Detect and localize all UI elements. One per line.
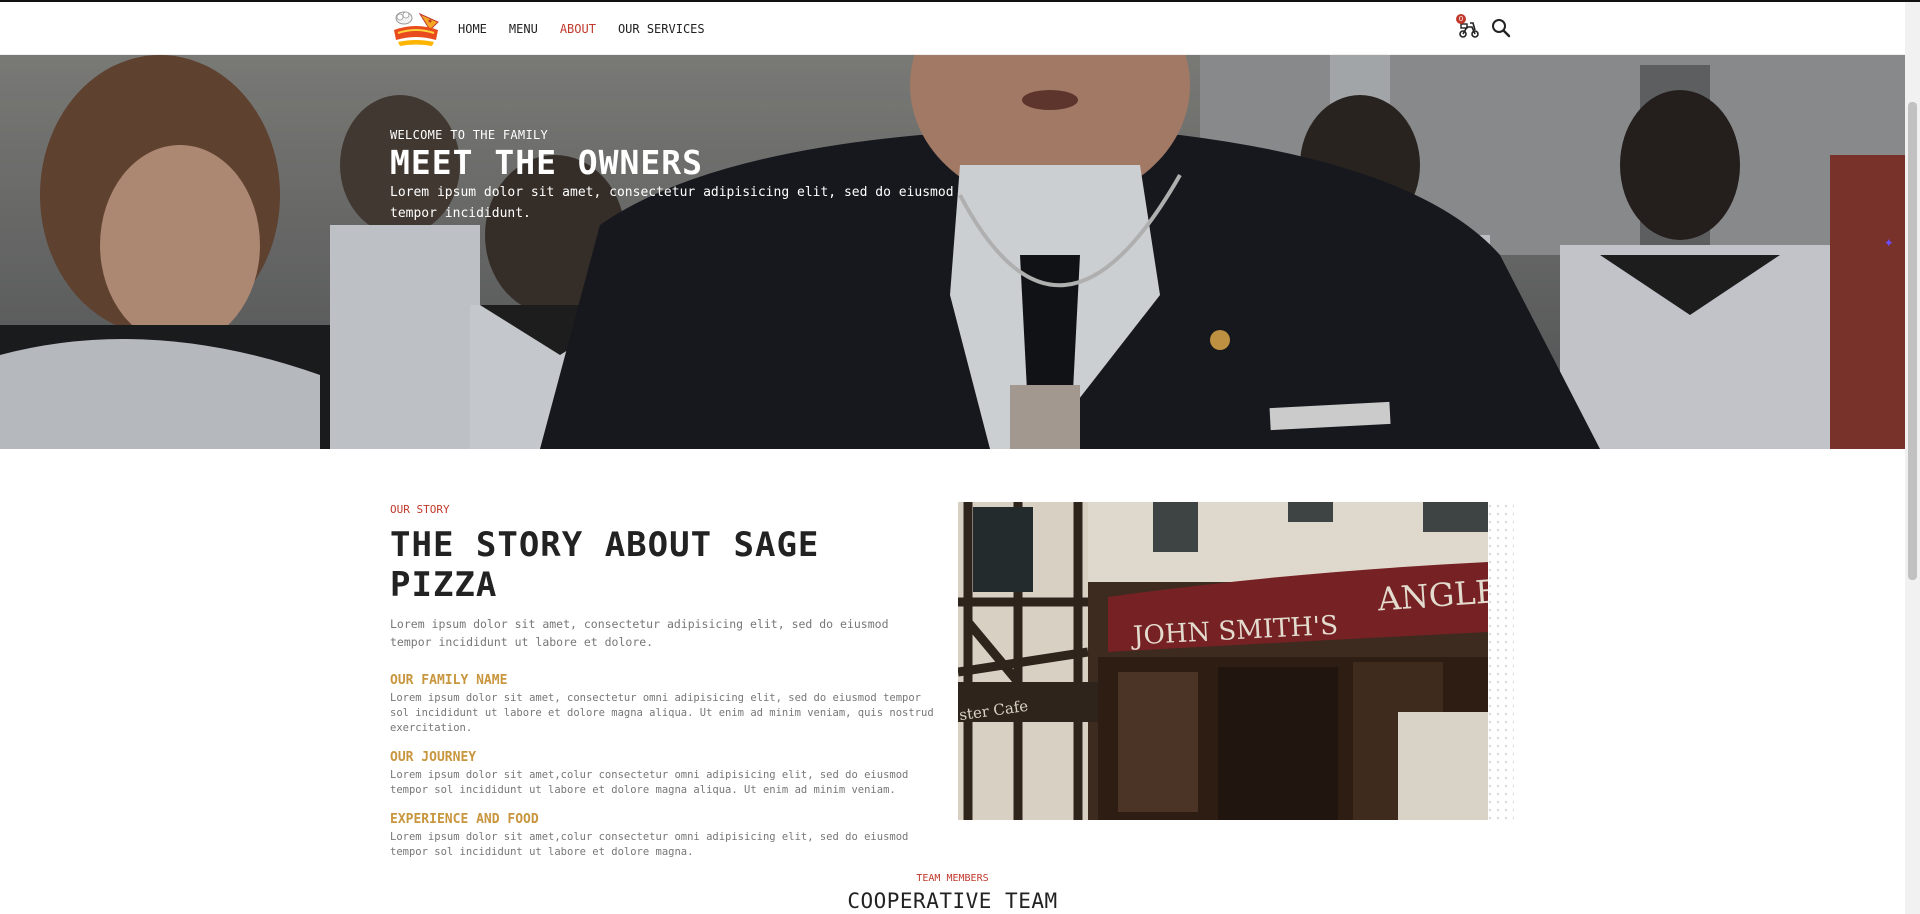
team-section: TEAM MEMBERS COOPERATIVE TEAM bbox=[0, 873, 1905, 913]
feature-title: OUR FAMILY NAME bbox=[390, 673, 508, 688]
feature-description: Lorem ipsum dolor sit amet,colur consect… bbox=[390, 831, 909, 858]
dot-pattern-decoration bbox=[1486, 502, 1514, 820]
feature-title: EXPERIENCE AND FOOD bbox=[390, 812, 539, 827]
pizza-logo[interactable] bbox=[390, 8, 442, 50]
pub-storefront-image: JOHN SMITH'S ANGLE ster Cafe bbox=[958, 502, 1488, 820]
team-eyebrow: TEAM MEMBERS bbox=[916, 873, 989, 884]
search-icon[interactable] bbox=[1491, 18, 1511, 38]
story-intro: Lorem ipsum dolor sit amet, consectetur … bbox=[390, 617, 889, 649]
story-image-block: JOHN SMITH'S ANGLE ster Cafe bbox=[958, 502, 1514, 820]
hero-banner: WELCOME TO THE FAMILY MEET THE OWNERS Lo… bbox=[0, 55, 1905, 449]
story-title: THE STORY ABOUT SAGE PIZZA bbox=[390, 525, 820, 605]
hero-description: Lorem ipsum dolor sit amet, consectetur … bbox=[390, 185, 954, 221]
feature-family-name: OUR FAMILY NAME Lorem ipsum dolor sit am… bbox=[390, 673, 935, 736]
hero-background-image bbox=[0, 55, 1905, 449]
team-title: COOPERATIVE TEAM bbox=[847, 889, 1058, 913]
feature-description: Lorem ipsum dolor sit amet,colur consect… bbox=[390, 769, 909, 796]
story-eyebrow: OUR STORY bbox=[390, 503, 450, 516]
hero-title: MEET THE OWNERS bbox=[390, 143, 704, 182]
nav-home[interactable]: HOME bbox=[458, 22, 487, 36]
feature-experience-food: EXPERIENCE AND FOOD Lorem ipsum dolor si… bbox=[390, 812, 935, 860]
nav-about[interactable]: ABOUT bbox=[560, 22, 596, 36]
hero-text-block: WELCOME TO THE FAMILY MEET THE OWNERS Lo… bbox=[390, 128, 1010, 224]
cart-count-badge: 0 bbox=[1456, 14, 1466, 24]
scooter-cart-icon[interactable]: 0 bbox=[1456, 14, 1480, 39]
hero-eyebrow: WELCOME TO THE FAMILY bbox=[390, 128, 549, 142]
feature-journey: OUR JOURNEY Lorem ipsum dolor sit amet,c… bbox=[390, 750, 935, 798]
navbar: HOME MENU ABOUT OUR SERVICES 0 bbox=[0, 2, 1905, 55]
story-section: OUR STORY THE STORY ABOUT SAGE PIZZA Lor… bbox=[390, 503, 935, 860]
main-nav: HOME MENU ABOUT OUR SERVICES bbox=[458, 2, 727, 55]
page-scrollbar[interactable] bbox=[1905, 2, 1920, 914]
nav-menu[interactable]: MENU bbox=[509, 22, 538, 36]
feature-title: OUR JOURNEY bbox=[390, 750, 477, 765]
nav-our-services[interactable]: OUR SERVICES bbox=[618, 22, 705, 36]
feature-description: Lorem ipsum dolor sit amet, consectetur … bbox=[390, 692, 934, 734]
sparkle-icon[interactable]: ✦ bbox=[1884, 232, 1894, 251]
scrollbar-thumb[interactable] bbox=[1908, 102, 1917, 580]
